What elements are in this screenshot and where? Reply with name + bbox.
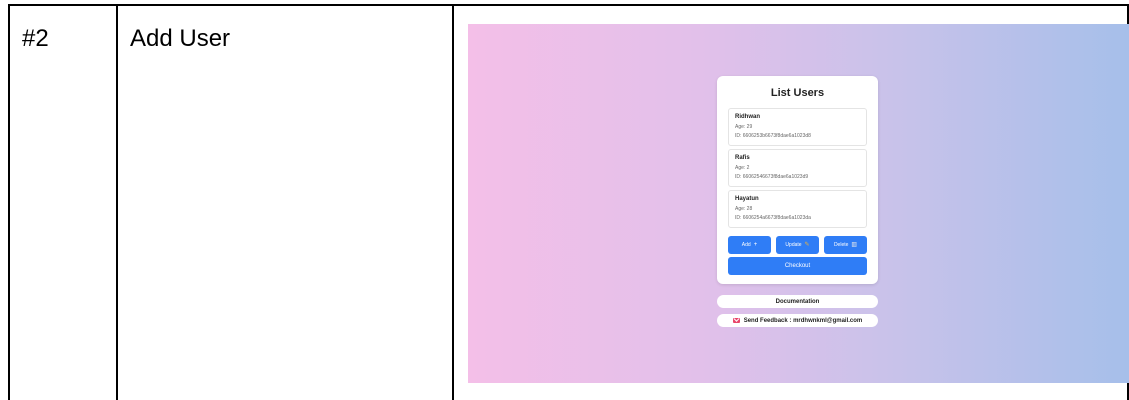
update-button-label: Update xyxy=(785,242,802,248)
plus-icon: + xyxy=(753,242,758,248)
user-id: ID: 6606253b6673f8dae6a1023d8 xyxy=(735,133,811,139)
feedback-label: Send Feedback : mrdhwnkml@gmail.com xyxy=(743,317,863,324)
trash-icon: ▥ xyxy=(851,242,858,248)
user-id: ID: 6606254a6673f8dae6a1023da xyxy=(735,215,811,221)
number-cell: #2 xyxy=(8,4,116,400)
user-card-rafis: Rafis Age: 2 ID: 66062546673f8dae6a1023d… xyxy=(728,149,867,187)
user-name: Ridhwan xyxy=(735,114,760,120)
checkout-button[interactable]: Checkout xyxy=(728,257,867,275)
row-number: #2 xyxy=(22,25,49,52)
documentation-label: Documentation xyxy=(775,298,820,305)
row-title: Add User xyxy=(130,25,231,52)
user-age: Age: 29 xyxy=(735,124,753,130)
user-age: Age: 2 xyxy=(735,165,750,171)
add-button-label: Add xyxy=(741,242,751,248)
user-card-hayatun: Hayatun Age: 28 ID: 6606254a6673f8dae6a1… xyxy=(728,190,867,228)
list-users-card: List Users Ridhwan Age: 29 ID: 6606253b6… xyxy=(717,76,878,284)
user-age: Age: 28 xyxy=(735,206,753,212)
add-button[interactable]: Add + xyxy=(728,236,771,254)
card-title: List Users xyxy=(770,87,825,99)
documentation-link[interactable]: Documentation xyxy=(717,295,878,308)
app-screenshot: List Users Ridhwan Age: 29 ID: 6606253b6… xyxy=(468,24,1129,383)
update-button[interactable]: Update ✎ xyxy=(776,236,819,254)
send-feedback-link[interactable]: Send Feedback : mrdhwnkml@gmail.com xyxy=(717,314,878,327)
pencil-icon: ✎ xyxy=(804,242,810,248)
delete-button[interactable]: Delete ▥ xyxy=(824,236,867,254)
title-cell: Add User xyxy=(116,4,452,400)
user-id: ID: 66062546673f8dae6a1023d9 xyxy=(735,174,809,180)
delete-button-label: Delete xyxy=(833,242,849,248)
user-name: Hayatun xyxy=(735,196,759,202)
checkout-button-label: Checkout xyxy=(784,263,811,269)
user-name: Rafis xyxy=(735,155,750,161)
user-card-ridhwan: Ridhwan Age: 29 ID: 6606253b6673f8dae6a1… xyxy=(728,108,867,146)
mail-icon xyxy=(732,318,740,323)
